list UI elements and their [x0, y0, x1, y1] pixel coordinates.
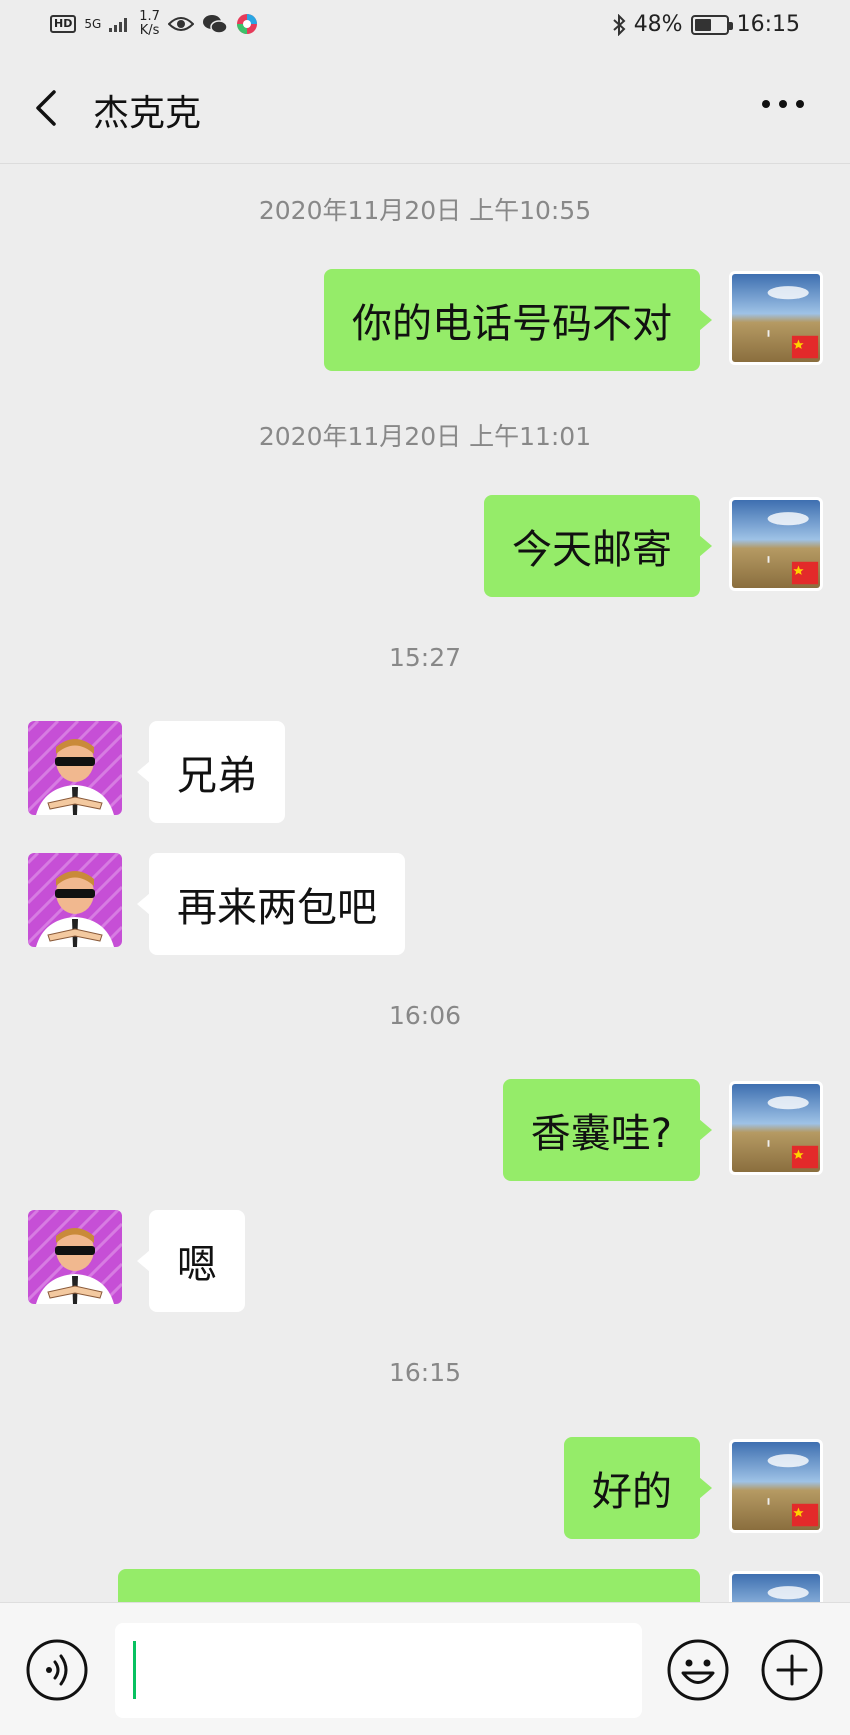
- message-bubble-received[interactable]: 再来两包吧: [137, 853, 405, 955]
- timestamp: 2020年11月20日 上午10:55: [258, 196, 592, 225]
- status-right: 48% 16:15: [612, 12, 800, 37]
- message-bubble-sent[interactable]: 好的: [564, 1437, 712, 1539]
- status-left: HD 5G 1.7 K/s: [50, 10, 258, 38]
- contact-avatar[interactable]: [28, 721, 122, 815]
- my-avatar[interactable]: [729, 497, 823, 591]
- timestamp: 16:15: [388, 1358, 462, 1387]
- battery-icon: [690, 14, 733, 35]
- plus-icon[interactable]: [760, 1638, 824, 1702]
- contact-avatar[interactable]: [28, 1210, 122, 1304]
- speed-unit: K/s: [139, 23, 160, 38]
- message-bubble-sent[interactable]: [118, 1569, 700, 1602]
- more-dots-icon[interactable]: [758, 92, 808, 116]
- battery-percent: 48%: [633, 12, 683, 37]
- message-input[interactable]: [115, 1623, 642, 1718]
- timestamp: 2020年11月20日 上午11:01: [258, 422, 592, 451]
- network-speed: 1.7 K/s: [139, 10, 160, 38]
- message-list[interactable]: 2020年11月20日 上午10:55 你的电话号码不对 2020年11月20日…: [0, 165, 850, 1602]
- wechat-icon: [202, 15, 228, 34]
- app-logo-icon: [236, 14, 257, 34]
- my-avatar[interactable]: [729, 1081, 823, 1175]
- timestamp: 16:06: [388, 1001, 462, 1030]
- signal-type: 5G: [84, 17, 102, 31]
- bluetooth-icon: [613, 13, 626, 36]
- voice-icon[interactable]: [25, 1638, 89, 1702]
- hd-badge: HD: [50, 15, 77, 33]
- contact-avatar[interactable]: [28, 853, 122, 947]
- my-avatar[interactable]: [729, 1571, 823, 1602]
- chat-title: 杰克克: [93, 93, 202, 134]
- emoji-icon[interactable]: [666, 1638, 730, 1702]
- chevron-left-icon[interactable]: [28, 88, 68, 128]
- eye-icon: [167, 17, 194, 31]
- signal-bars-icon: [109, 18, 128, 32]
- message-bubble-sent[interactable]: 今天邮寄: [484, 495, 712, 597]
- speed-value: 1.7: [139, 9, 160, 24]
- my-avatar[interactable]: [729, 271, 823, 365]
- message-bubble-sent[interactable]: 你的电话号码不对: [324, 269, 712, 371]
- status-time: 16:15: [736, 12, 800, 37]
- message-bubble-received[interactable]: 嗯: [137, 1210, 245, 1312]
- my-avatar[interactable]: [729, 1439, 823, 1533]
- input-bar: [0, 1602, 850, 1735]
- message-bubble-sent[interactable]: 香囊哇?: [502, 1079, 713, 1181]
- message-bubble-received[interactable]: 兄弟: [137, 721, 285, 823]
- status-bar: HD 5G 1.7 K/s 48% 16:15: [0, 0, 850, 52]
- text-cursor: [133, 1641, 136, 1699]
- chat-header: 杰克克: [0, 52, 850, 164]
- timestamp: 15:27: [388, 643, 462, 672]
